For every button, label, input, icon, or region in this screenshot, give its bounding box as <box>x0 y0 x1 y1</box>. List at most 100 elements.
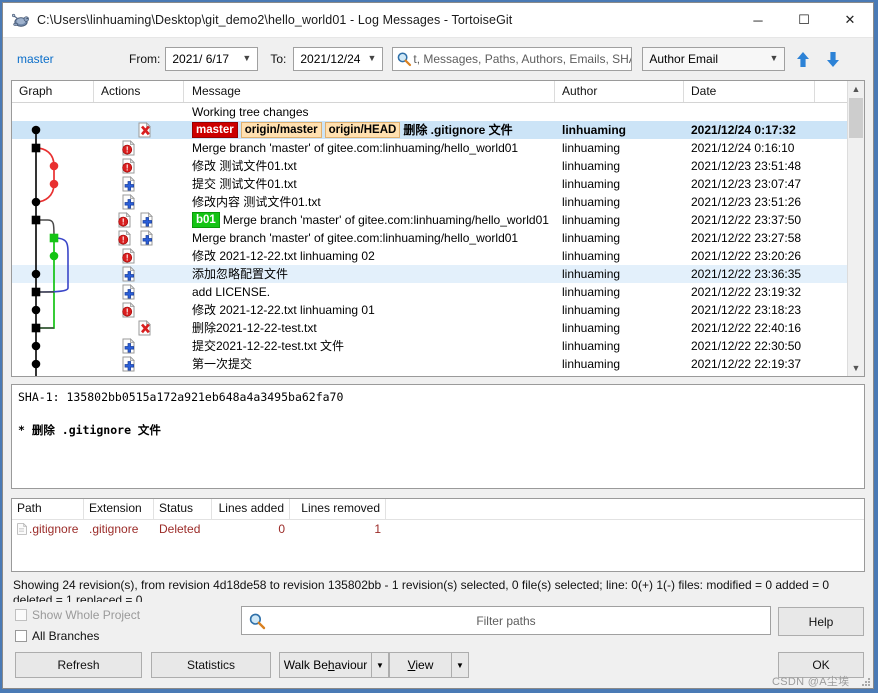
walk-behaviour-split-button[interactable]: Walk Behaviour ▼ <box>279 652 389 678</box>
from-label: From: <box>129 52 161 66</box>
changed-files-list[interactable]: Path Extension Status Lines added Lines … <box>11 498 865 572</box>
log-row-message-cell: b01 Merge branch 'master' of gitee.com:li… <box>184 211 555 229</box>
action-modified-icon: ! <box>122 302 136 319</box>
log-row[interactable]: 第一次提交 linhuaming 2021/12/22 22:19:37 <box>12 355 864 373</box>
to-date-combo[interactable]: 2021/12/24 ▼ <box>293 47 384 71</box>
log-row-graph-cell <box>12 301 94 319</box>
log-row[interactable]: ! 修改 2021-12-22.txt linhuaming 02 linhuami… <box>12 247 864 265</box>
commit-message-panel[interactable]: SHA-1: 135802bb0515a172a921eb648a4a3495b… <box>11 384 865 489</box>
svg-text:!: ! <box>126 164 129 173</box>
resize-grip[interactable] <box>859 675 871 687</box>
action-added-icon <box>122 356 136 373</box>
log-row[interactable]: add LICENSE. linhuaming 2021/12/22 23:19:3… <box>12 283 864 301</box>
ref-label-head[interactable]: master <box>192 122 238 138</box>
maximize-button[interactable]: ☐ <box>781 3 827 37</box>
column-header-path[interactable]: Path <box>12 499 84 519</box>
log-row[interactable]: 修改内容 测试文件01.txt linhuaming 2021/12/23 23:5… <box>12 193 864 211</box>
column-header-message[interactable]: Message <box>184 81 555 102</box>
log-row-graph-cell <box>12 373 94 376</box>
filter-paths-input[interactable]: Filter paths <box>241 606 771 635</box>
to-label: To: <box>270 52 287 66</box>
log-row[interactable]: ! 修改 2021-12-22.txt linhuaming 01 linhuami… <box>12 301 864 319</box>
file-path-cell: .gitignore <box>12 520 84 539</box>
log-row-message-cell: 修改内容 测试文件01.txt <box>184 193 555 211</box>
log-row[interactable]: Working tree changes <box>12 103 864 121</box>
walk-behaviour-dropdown-arrow-icon[interactable]: ▼ <box>371 652 389 678</box>
view-dropdown-arrow-icon[interactable]: ▼ <box>451 652 469 678</box>
log-row[interactable]: ! Merge branch 'master' of gitee.com:linh… <box>12 229 864 247</box>
log-column-headers: Graph Actions Message Author Date <box>12 81 864 103</box>
log-row-actions-cell <box>94 103 184 121</box>
log-row[interactable]: no commit message linhuaming2021/11/8 0:5… <box>12 373 864 376</box>
log-row-author-cell: linhuaming <box>562 177 621 191</box>
current-branch-link[interactable]: master <box>17 52 129 66</box>
log-row[interactable]: 删除2021-12-22-test.txt linhuaming 2021/12/2… <box>12 319 864 337</box>
close-button[interactable]: ✕ <box>827 3 873 37</box>
log-row[interactable]: master origin/master origin/HEAD 删除 .gitign… <box>12 121 864 139</box>
log-row-author-cell: linhuaming <box>562 339 621 353</box>
log-row[interactable]: ! 修改 测试文件01.txt linhuaming 2021/12/23 23:51… <box>12 157 864 175</box>
column-header-extension[interactable]: Extension <box>84 499 154 519</box>
minimize-button[interactable]: ─ <box>735 3 781 37</box>
column-header-lines-added[interactable]: Lines added <box>212 499 290 519</box>
log-row-message-cell: 删除2021-12-22-test.txt <box>184 319 555 337</box>
column-header-actions[interactable]: Actions <box>94 81 184 102</box>
log-row-message-text: 第一次提交 <box>192 357 253 371</box>
log-row-date-cell: 2021/12/22 22:19:37 <box>691 357 802 371</box>
log-row-message-text: 提交2021-12-22-test.txt 文件 <box>192 339 345 353</box>
author-filter-combo[interactable]: Author Email ▼ <box>642 47 786 71</box>
log-row[interactable]: ! Merge branch 'master' of gitee.com:linh… <box>12 139 864 157</box>
find-next-button[interactable] <box>820 45 846 73</box>
refresh-button[interactable]: Refresh <box>15 652 142 678</box>
log-row-date-cell: 2021/11/8 0:56:35 <box>684 373 815 376</box>
sha1-line: SHA-1: 135802bb0515a172a921eb648a4a3495b… <box>18 390 344 404</box>
log-row-message-text: 删除 .gitignore 文件 <box>403 123 513 137</box>
log-vertical-scrollbar[interactable]: ▲ ▼ <box>847 81 864 376</box>
log-row-author-cell: linhuaming <box>562 195 621 209</box>
file-row[interactable]: .gitignore .gitignore Deleted 0 1 <box>12 520 864 539</box>
search-placeholder: t, Messages, Paths, Authors, Emails, SHA… <box>413 52 633 66</box>
chevron-down-icon: ▼ <box>367 53 377 63</box>
log-row-message-text: 修改 2021-12-22.txt linhuaming 02 <box>192 249 375 263</box>
title-bar: C:\Users\linhuaming\Desktop\git_demo2\he… <box>3 3 873 38</box>
from-date-combo[interactable]: 2021/ 6/17 ▼ <box>165 47 259 71</box>
log-row-actions-cell <box>94 355 184 373</box>
scrollbar-thumb[interactable] <box>849 98 863 138</box>
log-row-graph-cell <box>12 265 94 283</box>
column-header-author[interactable]: Author <box>555 81 684 102</box>
log-row[interactable]: 添加忽略配置文件 linhuaming 2021/12/22 23:36:35 <box>12 265 864 283</box>
log-row-graph-cell <box>12 211 94 229</box>
scroll-down-arrow-icon[interactable]: ▼ <box>848 360 864 376</box>
log-row-actions-cell <box>94 121 184 139</box>
ref-label-remote[interactable]: origin/HEAD <box>324 122 401 138</box>
action-deleted-icon <box>138 320 152 337</box>
log-row-graph-cell <box>12 193 94 211</box>
all-branches-checkbox[interactable]: All Branches <box>15 629 99 643</box>
ref-label-remote[interactable]: origin/master <box>240 122 322 138</box>
view-split-button[interactable]: View ▼ <box>389 652 469 678</box>
log-row[interactable]: 提交 测试文件01.txt linhuaming 2021/12/23 23:07:… <box>12 175 864 193</box>
find-previous-button[interactable] <box>790 45 816 73</box>
log-row-graph-cell <box>12 139 94 157</box>
log-row-author-cell <box>555 103 684 121</box>
view-button[interactable]: View <box>389 652 451 678</box>
log-row[interactable]: 提交2021-12-22-test.txt 文件 linhuaming 2021/1… <box>12 337 864 355</box>
walk-behaviour-button[interactable]: Walk Behaviour <box>279 652 371 678</box>
log-row-date-cell: 2021/12/22 22:30:50 <box>691 339 802 353</box>
column-header-status[interactable]: Status <box>154 499 212 519</box>
statistics-button[interactable]: Statistics <box>151 652 271 678</box>
action-modified-icon: ! <box>118 212 132 229</box>
scroll-up-arrow-icon[interactable]: ▲ <box>848 81 864 97</box>
show-whole-project-checkbox[interactable]: Show Whole Project <box>15 608 140 622</box>
revision-log-list[interactable]: Graph Actions Message Author Date Workin… <box>11 80 865 377</box>
help-button[interactable]: Help <box>778 607 864 636</box>
log-row-date-cell: 2021/12/22 23:18:23 <box>691 303 802 317</box>
log-row[interactable]: ! b01 Merge branch 'master' of gitee.com:l… <box>12 211 864 229</box>
search-input[interactable]: t, Messages, Paths, Authors, Emails, SHA… <box>392 47 633 71</box>
column-header-lines-removed[interactable]: Lines removed <box>290 499 386 519</box>
log-row-message-cell: no commit message <box>184 373 555 376</box>
column-header-graph[interactable]: Graph <box>12 81 94 102</box>
window-controls: ─ ☐ ✕ <box>735 3 873 37</box>
ref-label-branch[interactable]: b01 <box>192 212 220 228</box>
column-header-date[interactable]: Date <box>684 81 815 102</box>
